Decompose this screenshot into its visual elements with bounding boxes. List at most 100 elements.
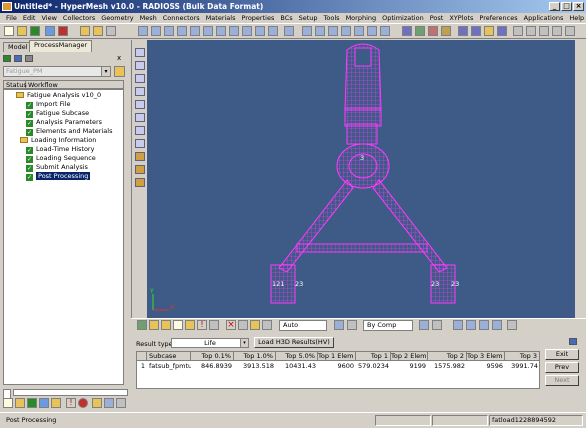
undo-icon[interactable] [138,26,148,36]
tree-item[interactable]: Fatigue Analysis v10_0 [16,91,101,99]
menu-edit[interactable]: Edit [23,13,36,23]
display-4-icon[interactable] [497,26,507,36]
zoom-out-icon[interactable] [315,26,325,36]
label-abc-icon[interactable] [135,152,145,161]
vis-mode-select[interactable]: Auto [279,320,327,331]
menu-bcs[interactable]: BCs [280,13,292,23]
results-column-header[interactable]: Top 2 [428,352,467,361]
render-5-icon[interactable] [507,320,517,330]
results-cell[interactable]: 9600 [318,362,356,371]
spin-icon[interactable] [367,26,377,36]
close-panel-button[interactable]: x [117,54,121,62]
config-5-icon[interactable] [565,26,575,36]
results-column-header[interactable]: Top 0.1% [191,352,234,361]
menu-collectors[interactable]: Collectors [63,13,95,23]
cube-view2-icon[interactable] [432,320,442,330]
tool-icon[interactable] [106,26,116,36]
folder-icon[interactable] [93,26,103,36]
export-icon[interactable] [51,398,61,408]
view-front-icon[interactable] [242,26,252,36]
menu-materials[interactable]: Materials [206,13,236,23]
minimize-button[interactable]: _ [549,2,560,11]
warning-icon[interactable]: ! [66,398,76,408]
view-side-icon[interactable] [268,26,278,36]
print-icon[interactable] [39,398,49,408]
tree-item[interactable]: ✓ Post Processing [26,172,91,181]
template-combo[interactable]: Fatigue_PM ▾ [3,66,111,77]
workflow-column-header[interactable]: Workflow [26,81,123,89]
menu-post[interactable]: Post [430,13,444,23]
fit-icon[interactable] [203,26,213,36]
close-icon[interactable]: × [226,320,236,330]
results-column-header[interactable]: Top 2 Elem [391,352,428,361]
import-icon[interactable] [45,26,55,36]
display-3-icon[interactable] [484,26,494,36]
results-column-header[interactable]: Top 5.0% [276,352,318,361]
mesh-view-icon[interactable] [135,113,145,122]
refresh-icon[interactable] [164,26,174,36]
config-3-icon[interactable] [539,26,549,36]
results-cell[interactable]: 9199 [391,362,428,371]
zoom-window-icon[interactable] [328,26,338,36]
pm-nav-icon[interactable] [14,55,22,62]
config-4-icon[interactable] [552,26,562,36]
menu-properties[interactable]: Properties [241,13,274,23]
results-cell[interactable]: fatsub_fpmtut [147,362,191,371]
render-1-icon[interactable] [453,320,463,330]
results-cell[interactable]: 10431.43 [276,362,318,371]
menu-view[interactable]: View [41,13,56,23]
shaded-icon[interactable] [415,26,425,36]
label-elem-icon[interactable] [135,178,145,187]
cut-icon[interactable] [262,320,272,330]
menu-preferences[interactable]: Preferences [479,13,517,23]
cmd-input[interactable] [13,389,128,396]
results-cell[interactable]: 3991.74 [505,362,540,371]
exit-button[interactable]: Exit [545,349,579,360]
tree-item[interactable]: ✓ Load-Time History [26,145,94,154]
save-small-icon[interactable] [27,398,37,408]
cube-icon[interactable] [135,87,145,96]
load-h3d-button[interactable]: Load H3D Results(HV) [254,337,334,348]
prev-button[interactable]: Prev [545,362,579,373]
rotate-right-icon[interactable] [190,26,200,36]
snap-icon[interactable] [380,26,390,36]
rotate-left-icon[interactable] [177,26,187,36]
menu-file[interactable]: File [6,13,17,23]
pan-view-icon[interactable] [135,74,145,83]
mesh-icon[interactable] [428,26,438,36]
render-2-icon[interactable] [466,320,476,330]
save-icon[interactable] [30,26,40,36]
menu-connectors[interactable]: Connectors [163,13,200,23]
new-icon[interactable] [3,398,13,408]
menu-applications[interactable]: Applications [524,13,564,23]
pm-check-icon[interactable] [3,55,11,62]
list-icon[interactable] [104,398,114,408]
menu-xyplots[interactable]: XYPlots [449,13,473,23]
template-browse-icon[interactable] [114,66,125,77]
feature-icon[interactable] [441,26,451,36]
results-column-header[interactable] [137,352,147,361]
menu-morphing[interactable]: Morphing [346,13,377,23]
open-folder-icon[interactable] [17,26,27,36]
tree-item[interactable]: ✓ Submit Analysis [26,163,88,172]
hand-pan-icon[interactable] [341,26,351,36]
paste-icon[interactable] [250,320,260,330]
next-button[interactable]: Next [545,375,579,386]
maximize-button[interactable]: □ [561,2,572,11]
stop-icon[interactable] [78,398,88,408]
collector-icon[interactable] [185,320,195,330]
pm-stop-icon[interactable] [25,55,33,62]
result-type-select[interactable]: Life ▾ [171,338,249,348]
bucket-icon[interactable] [347,320,357,330]
results-column-header[interactable]: Top 1 Elem [318,352,356,361]
rotate-view-icon[interactable] [135,61,145,70]
menu-optimization[interactable]: Optimization [382,13,424,23]
tag-icon[interactable] [209,320,219,330]
chevron-down-icon[interactable]: ▾ [101,67,110,76]
chevron-down-icon[interactable]: ▾ [240,339,248,347]
cube-view-icon[interactable] [419,320,429,330]
tree-item[interactable]: ✓ Fatigue Subcase [26,109,89,118]
tree-item[interactable]: ✓ Analysis Parameters [26,118,102,127]
select-icon[interactable] [135,48,145,57]
tree-item[interactable]: ✓ Elements and Materials [26,127,112,136]
